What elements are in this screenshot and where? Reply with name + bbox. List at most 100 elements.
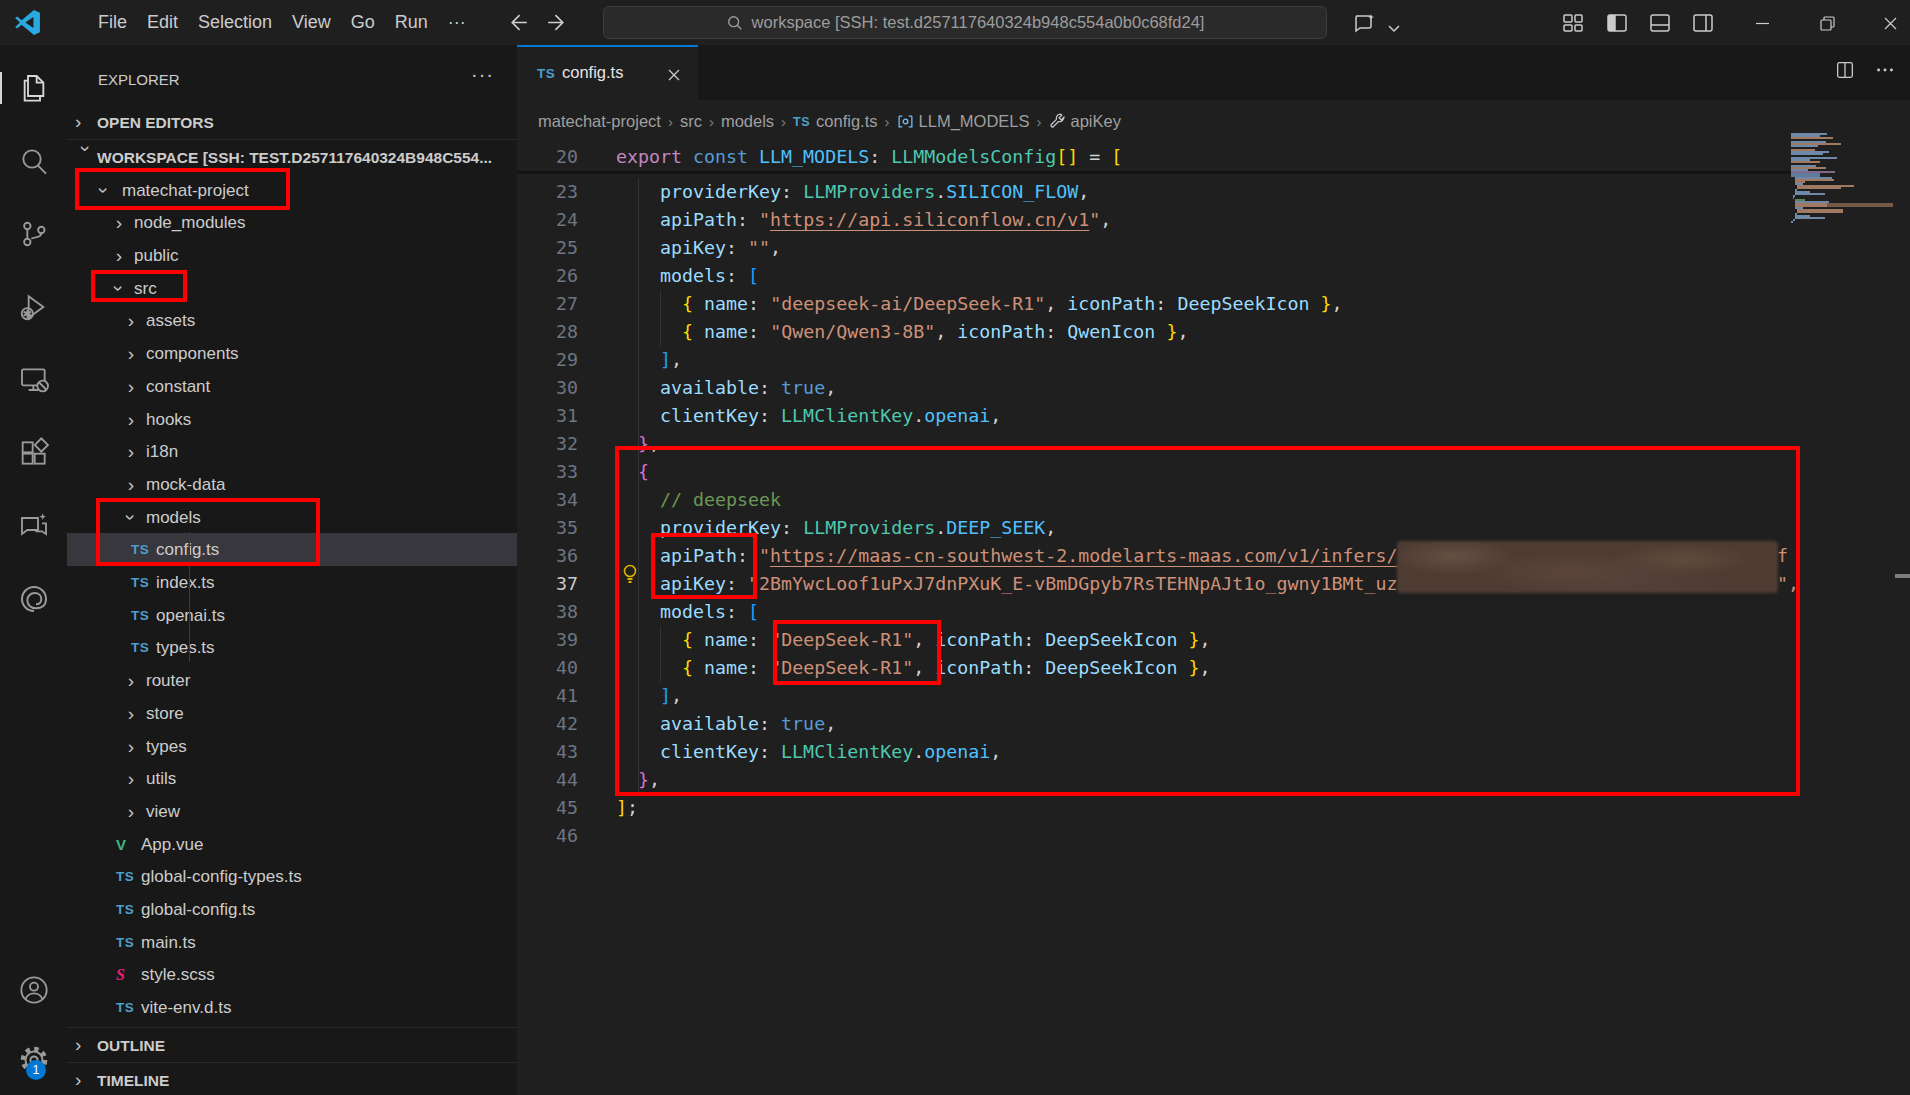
menu-run[interactable]: Run [385,0,438,45]
back-arrow[interactable] [506,10,531,35]
line-number: 41 [517,682,578,710]
overview-ruler-cursor [1895,574,1910,578]
sticky-scroll-shadow [517,171,1791,175]
tree-item-index.ts[interactable]: TSindex.ts [67,566,517,599]
line-number: 31 [517,402,578,430]
code-line-45[interactable]: 45]; [517,794,1910,822]
line-number: 42 [517,710,578,738]
activity-remote-explorer[interactable] [0,348,67,412]
code-line-29[interactable]: 29 ], [517,346,1910,374]
menu-view[interactable]: View [282,0,341,45]
close-button[interactable] [1873,6,1907,40]
tree-item-types.ts[interactable]: TStypes.ts [67,631,517,664]
tree-item-node-modules[interactable]: ›node_modules [67,206,517,239]
tree-item-components[interactable]: ›components [67,337,517,370]
minimap[interactable] [1791,133,1895,253]
section-open-editors[interactable]: ›OPEN EDITORS [67,104,517,140]
tree-item-assets[interactable]: ›assets [67,304,517,337]
ts-file-icon: TS [116,860,134,893]
tree-item-utils[interactable]: ›utils [67,762,517,795]
sticky-scroll-line[interactable]: 20export const LLM_MODELS: LLMModelsConf… [517,143,1791,171]
menu-go[interactable]: Go [341,0,385,45]
tree-item-mock-data[interactable]: ›mock-data [67,468,517,501]
breadcrumb-LLM_MODELS[interactable]: LLM_MODELS [897,112,1030,131]
tree-item-vite-env.d.ts[interactable]: TSvite-env.d.ts [67,991,517,1024]
editor-more-actions-icon[interactable] [1874,59,1896,81]
tree-item-App.vue[interactable]: VApp.vue [67,828,517,861]
menu-selection[interactable]: Selection [188,0,282,45]
activity-settings[interactable]: 1 [0,1028,67,1092]
code-line-24[interactable]: 24 apiPath: "https://api.siliconflow.cn/… [517,206,1910,234]
code-line-27[interactable]: 27 { name: "deepseek-ai/DeepSeek-R1", ic… [517,290,1910,318]
line-number: 43 [517,738,578,766]
line-number: 35 [517,514,578,542]
tree-item-public[interactable]: ›public [67,239,517,272]
tab-config-ts[interactable]: TS config.ts [517,45,698,100]
chevron-collapsed-icon: › [122,730,140,763]
code-line-31[interactable]: 31 clientKey: LLMClientKey.openai, [517,402,1910,430]
chevron-collapsed-icon: › [122,664,140,697]
code-line-26[interactable]: 26 models: [ [517,262,1910,290]
restore-button[interactable] [1810,6,1844,40]
breadcrumb-matechat-project[interactable]: matechat-project [538,112,661,131]
activity-extensions[interactable] [0,421,67,485]
chevron-collapsed-icon: › [122,697,140,730]
activity-explorer[interactable] [0,56,67,120]
toggle-sidebar-icon[interactable] [1605,11,1629,35]
tab-close-icon[interactable] [663,64,685,86]
code-line-46[interactable]: 46 [517,822,1910,850]
ts-file-icon: TS [131,566,149,599]
activity-bar: 1 [0,45,67,1095]
line-number: 30 [517,374,578,402]
forward-arrow[interactable] [544,10,569,35]
section-outline[interactable]: ›OUTLINE [67,1028,517,1062]
explorer-more-actions-icon[interactable]: ··· [471,63,494,86]
tree-item-store[interactable]: ›store [67,697,517,730]
chevron-down-icon[interactable] [1386,16,1402,40]
annotation-box-src [91,270,187,302]
tree-item-view[interactable]: ›view [67,795,517,828]
activity-account[interactable] [0,958,67,1022]
breadcrumb-models[interactable]: models [721,112,774,131]
tree-item-global-config.ts[interactable]: TSglobal-config.ts [67,893,517,926]
chevron-collapsed-icon: › [122,762,140,795]
code-line-28[interactable]: 28 { name: "Qwen/Qwen3-8B", iconPath: Qw… [517,318,1910,346]
minimize-button[interactable] [1745,6,1779,40]
menu-[interactable]: ··· [438,0,476,45]
tree-item-i18n[interactable]: ›i18n [67,435,517,468]
tree-item-openai.ts[interactable]: TSopenai.ts [67,599,517,632]
activity-source-control[interactable] [0,202,67,266]
copilot-chat-icon[interactable] [1352,11,1376,35]
breadcrumb: matechat-project›src›models›TSconfig.ts›… [517,100,1910,143]
activity-search[interactable] [0,129,67,193]
code-line-30[interactable]: 30 available: true, [517,374,1910,402]
symbol-array-icon [897,113,914,130]
menu-edit[interactable]: Edit [137,0,188,45]
tree-item-constant[interactable]: ›constant [67,370,517,403]
code-line-23[interactable]: 23 providerKey: LLMProviders.SILICON_FLO… [517,178,1910,206]
line-number: 40 [517,654,578,682]
toggle-secondary-sidebar-icon[interactable] [1691,11,1715,35]
annotation-box-matechat-project [75,168,290,210]
activity-chat[interactable] [0,494,67,558]
ts-file-icon: TS [131,631,149,664]
code-line-25[interactable]: 25 apiKey: "", [517,234,1910,262]
breadcrumb-apiKey[interactable]: apiKey [1049,112,1121,131]
customize-layout-icon[interactable] [1561,11,1585,35]
menu-file[interactable]: File [88,0,137,45]
activity-run-debug[interactable] [0,275,67,339]
breadcrumb-src[interactable]: src [680,112,702,131]
tree-item-router[interactable]: ›router [67,664,517,697]
annotation-box-deepseek-r1 [773,620,941,685]
tree-item-style.scss[interactable]: Sstyle.scss [67,958,517,991]
tree-item-hooks[interactable]: ›hooks [67,403,517,436]
toggle-panel-icon[interactable] [1648,11,1672,35]
section-timeline[interactable]: ›TIMELINE [67,1063,517,1095]
activity-ai-assistant[interactable] [0,567,67,631]
command-center-search[interactable]: workspace [SSH: test.d257117640324b948c5… [603,6,1327,39]
tree-item-global-config-types.ts[interactable]: TSglobal-config-types.ts [67,860,517,893]
tree-item-main.ts[interactable]: TSmain.ts [67,926,517,959]
split-editor-icon[interactable] [1834,59,1856,81]
breadcrumb-config.ts[interactable]: TSconfig.ts [793,112,877,131]
tree-item-types[interactable]: ›types [67,730,517,763]
